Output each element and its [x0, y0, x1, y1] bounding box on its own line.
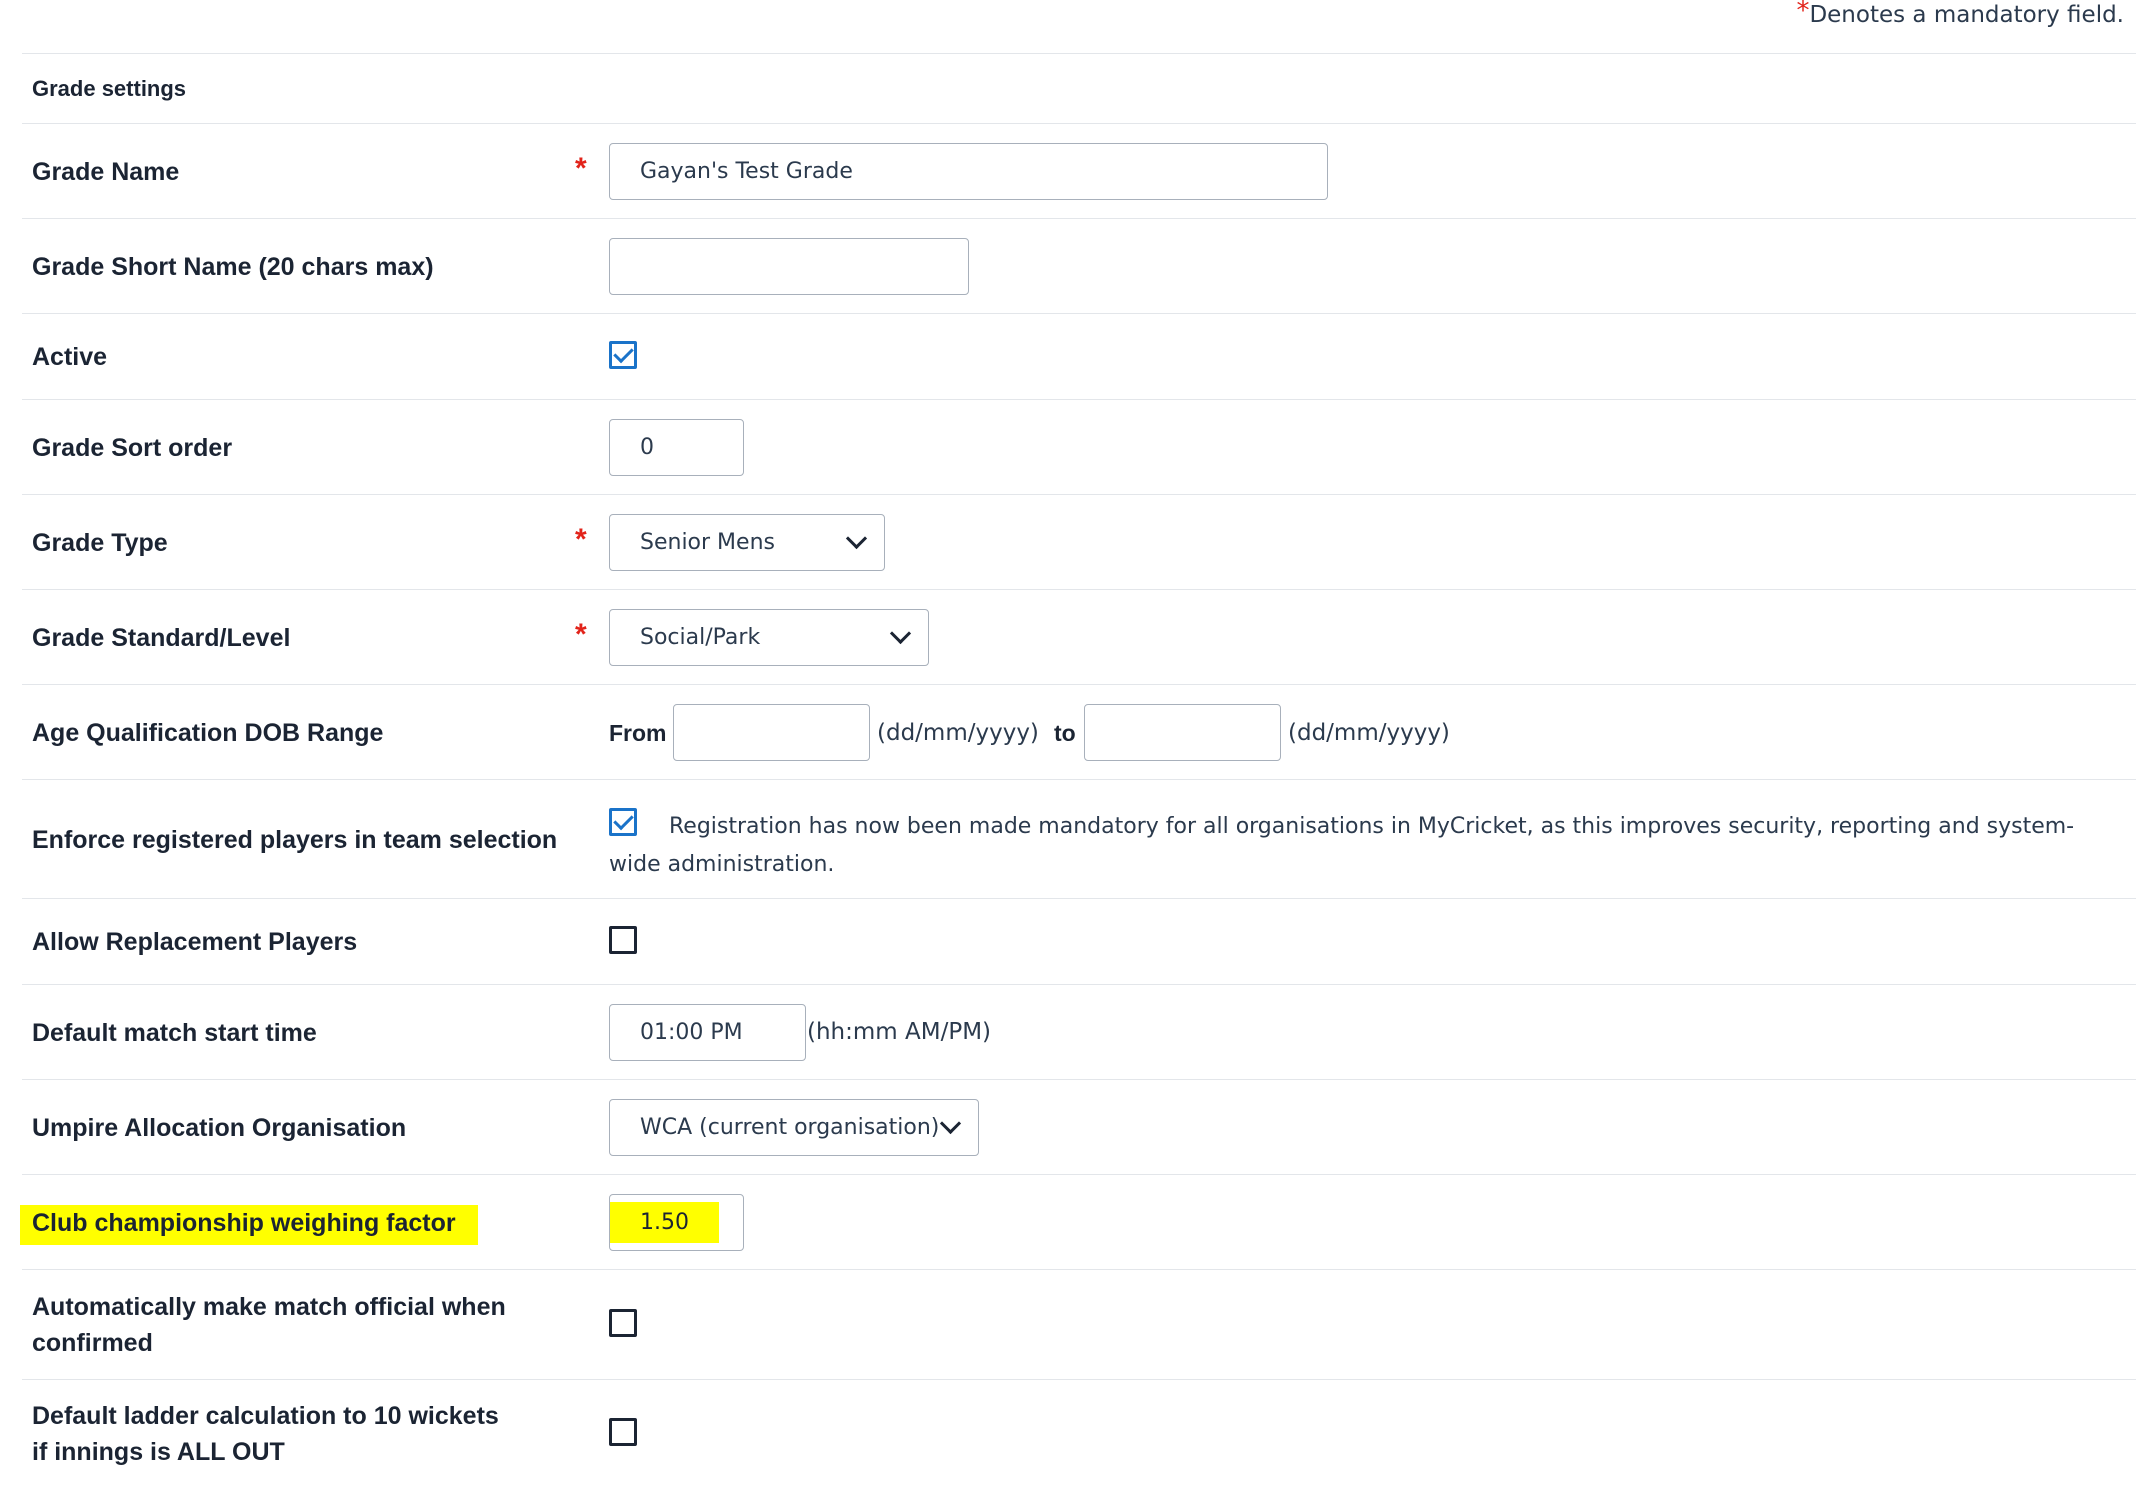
dob-from-format-hint: (dd/mm/yyyy)	[877, 720, 1039, 746]
grade-standard-required-star: *	[575, 618, 587, 651]
enforce-registered-note: Registration has now been made mandatory…	[609, 814, 2075, 877]
chevron-down-icon	[939, 1112, 962, 1135]
divider	[22, 123, 2136, 124]
age-qualification-label: Age Qualification DOB Range	[32, 719, 384, 747]
auto-match-official-label-line1: Automatically make match official when	[32, 1293, 506, 1321]
divider	[22, 53, 2136, 54]
dob-to-label: to	[1054, 720, 1076, 746]
grade-sort-order-label: Grade Sort order	[32, 434, 233, 462]
grade-short-name-label: Grade Short Name (20 chars max)	[32, 253, 434, 281]
active-checkbox[interactable]	[609, 341, 637, 369]
divider	[22, 1379, 2136, 1380]
default-ladder-label-line1: Default ladder calculation to 10 wickets	[32, 1402, 499, 1430]
default-ladder-checkbox[interactable]	[609, 1418, 637, 1446]
divider	[22, 1174, 2136, 1175]
dob-from-label: From	[609, 720, 667, 746]
allow-replacement-checkbox[interactable]	[609, 926, 637, 954]
divider	[22, 779, 2136, 780]
mandatory-note-text: Denotes a mandatory field.	[1809, 2, 2124, 28]
divider	[22, 589, 2136, 590]
umpire-allocation-select[interactable]: WCA (current organisation)	[609, 1099, 979, 1156]
divider	[22, 1269, 2136, 1270]
grade-type-value: Senior Mens	[640, 530, 775, 555]
grade-standard-label: Grade Standard/Level	[32, 624, 291, 652]
dob-from-input[interactable]	[673, 704, 870, 761]
divider	[22, 1079, 2136, 1080]
club-championship-value: 1.50	[610, 1202, 719, 1243]
auto-match-official-checkbox[interactable]	[609, 1309, 637, 1337]
chevron-down-icon	[889, 622, 912, 645]
grade-sort-order-input[interactable]: 0	[609, 419, 744, 476]
default-start-time-value: 01:00 PM	[640, 1020, 743, 1045]
section-title: Grade settings	[32, 76, 187, 101]
club-championship-input[interactable]: 1.50	[609, 1194, 744, 1251]
start-time-format-hint: (hh:mm AM/PM)	[807, 1019, 992, 1045]
grade-name-input[interactable]: Gayan's Test Grade	[609, 143, 1328, 200]
auto-match-official-label-line2: confirmed	[32, 1329, 153, 1357]
default-start-time-label: Default match start time	[32, 1019, 317, 1047]
grade-type-select[interactable]: Senior Mens	[609, 514, 885, 571]
active-label: Active	[32, 343, 108, 371]
grade-standard-select[interactable]: Social/Park	[609, 609, 929, 666]
chevron-down-icon	[845, 527, 868, 550]
divider	[22, 218, 2136, 219]
grade-type-required-star: *	[575, 523, 587, 556]
default-start-time-input[interactable]: 01:00 PM	[609, 1004, 806, 1061]
mandatory-field-note: *Denotes a mandatory field.	[1796, 0, 2124, 32]
umpire-allocation-value: WCA (current organisation)	[640, 1115, 940, 1140]
dob-to-input[interactable]	[1084, 704, 1281, 761]
grade-name-value: Gayan's Test Grade	[640, 159, 853, 184]
allow-replacement-label: Allow Replacement Players	[32, 928, 358, 956]
divider	[22, 399, 2136, 400]
umpire-allocation-label: Umpire Allocation Organisation	[32, 1114, 407, 1142]
club-championship-label: Club championship weighing factor	[20, 1205, 478, 1245]
grade-standard-value: Social/Park	[640, 625, 761, 650]
default-ladder-label-line2: if innings is ALL OUT	[32, 1438, 285, 1466]
divider	[22, 684, 2136, 685]
grade-short-name-input[interactable]	[609, 238, 969, 295]
club-championship-label-text: Club championship weighing factor	[20, 1205, 478, 1245]
grade-settings-form: *Denotes a mandatory field. Grade settin…	[0, 0, 2136, 1487]
divider	[22, 313, 2136, 314]
grade-name-required-star: *	[575, 152, 587, 185]
grade-type-label: Grade Type	[32, 529, 168, 557]
divider	[22, 898, 2136, 899]
enforce-registered-label: Enforce registered players in team selec…	[32, 826, 558, 854]
grade-sort-order-value: 0	[640, 435, 654, 460]
default-ladder-label: Default ladder calculation to 10 wickets…	[32, 1398, 499, 1470]
divider	[22, 984, 2136, 985]
dob-to-format-hint: (dd/mm/yyyy)	[1288, 720, 1450, 746]
grade-name-label: Grade Name	[32, 158, 180, 186]
auto-match-official-label: Automatically make match official when c…	[32, 1289, 506, 1361]
required-star: *	[1796, 0, 1810, 26]
divider	[22, 494, 2136, 495]
